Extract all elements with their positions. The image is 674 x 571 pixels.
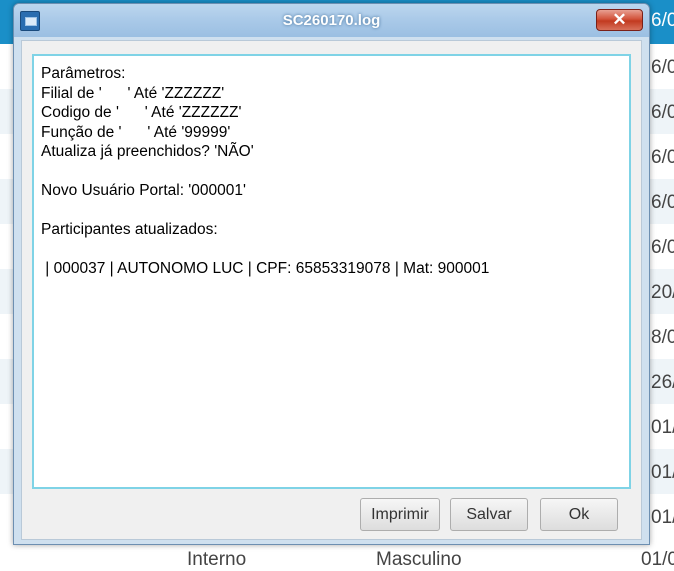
- window-title: SC260170.log: [282, 12, 381, 29]
- log-line: Função de ' ' Até '99999': [41, 123, 231, 141]
- background-cell-type: Interno: [187, 549, 247, 570]
- ok-button[interactable]: Ok: [540, 498, 618, 531]
- background-cell-gender: Masculino: [376, 549, 462, 570]
- log-line: Participantes atualizados:: [41, 221, 218, 238]
- close-button[interactable]: ✕: [596, 9, 643, 31]
- log-line: Filial de ' ' Até 'ZZZZZZ': [41, 84, 225, 102]
- dialog-content: Parâmetros: Filial de ' ' Até 'ZZZZZZ' C…: [21, 40, 642, 540]
- background-date: 6/0: [651, 102, 674, 123]
- title-bar[interactable]: SC260170.log ✕: [14, 4, 649, 37]
- background-date: 20/0: [651, 282, 674, 303]
- close-icon: ✕: [612, 10, 627, 29]
- background-date: 01/0: [651, 507, 674, 528]
- save-button[interactable]: Salvar: [450, 498, 528, 531]
- background-date: 6/0: [651, 57, 674, 78]
- background-date: 6/0: [651, 192, 674, 213]
- background-date: 6/0: [651, 10, 674, 31]
- log-line: Atualiza já preenchidos? 'NÃO': [41, 143, 254, 160]
- log-line: Codigo de ' ' Até 'ZZZZZZ': [41, 104, 242, 121]
- background-date: 26/0: [651, 372, 674, 393]
- log-line: | 000037 | AUTONOMO LUC | CPF: 658533190…: [41, 260, 490, 277]
- background-cell-date: 01/0: [641, 549, 674, 570]
- background-date: 8/0: [651, 327, 674, 348]
- background-date: 6/0: [651, 237, 674, 258]
- log-line: Parâmetros:: [41, 65, 126, 82]
- background-date: 01/0: [651, 417, 674, 438]
- log-line: Novo Usuário Portal: '000001': [41, 182, 246, 199]
- background-date: 01/0: [651, 462, 674, 483]
- background-date: 6/0: [651, 147, 674, 168]
- log-dialog: SC260170.log ✕ Parâmetros: Filial de ' '…: [13, 3, 650, 545]
- print-button[interactable]: Imprimir: [360, 498, 440, 531]
- log-text-area[interactable]: Parâmetros: Filial de ' ' Até 'ZZZZZZ' C…: [32, 54, 631, 489]
